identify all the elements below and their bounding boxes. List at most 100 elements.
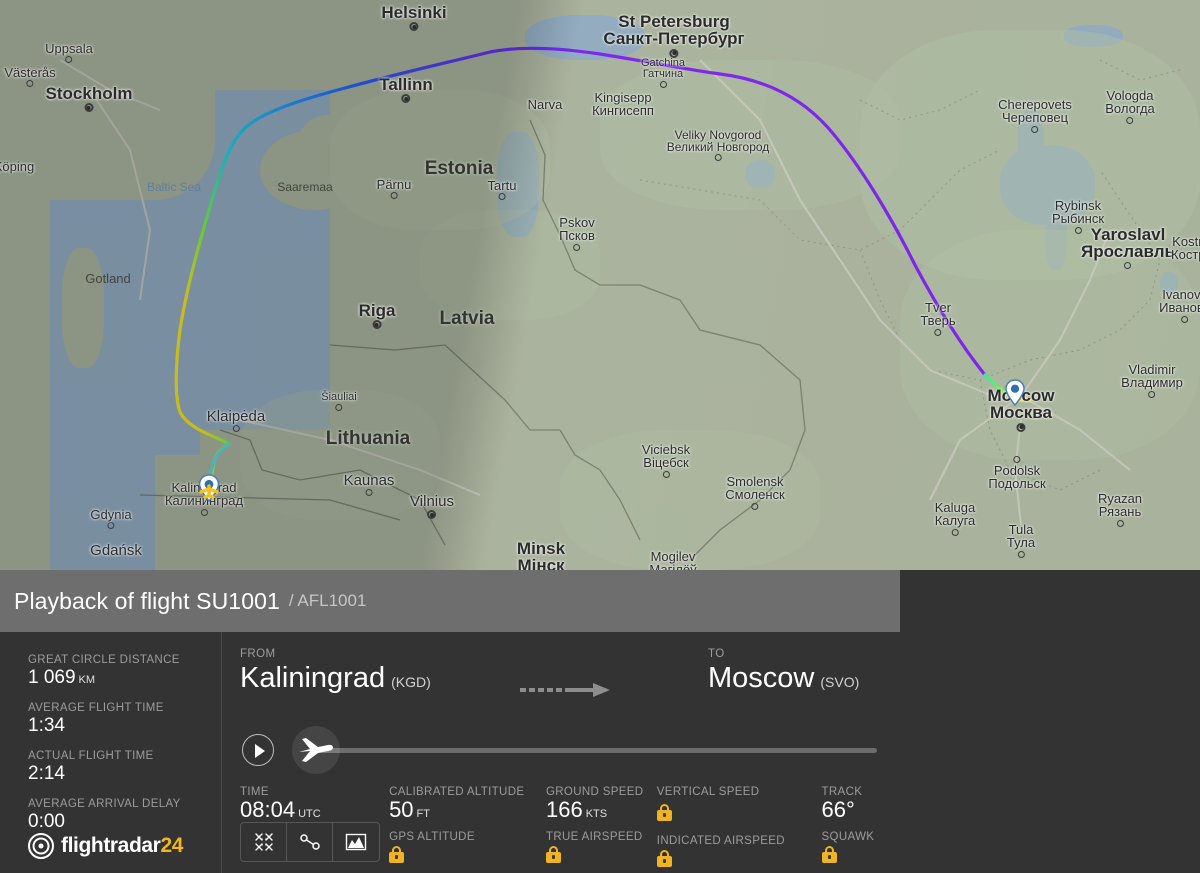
city-label-pskov: Pskov Псков xyxy=(559,216,595,251)
bottom-info-panel: GREAT CIRCLE DISTANCE 1 069 KM AVERAGE FL… xyxy=(0,632,1200,873)
route-row: FROM Kaliningrad (KGD) TO Moscow (SVO) xyxy=(240,648,900,722)
city-name-cyrillic: Тверь xyxy=(920,313,956,329)
ground-speed-value: 166 KTS xyxy=(546,797,657,823)
city-dot xyxy=(65,56,73,64)
city-dot xyxy=(427,510,437,520)
lock-icon[interactable] xyxy=(656,804,672,821)
origin-block: FROM Kaliningrad (KGD) xyxy=(240,648,431,695)
region-label-gotland: Gotland xyxy=(85,271,131,286)
true-airspeed-block: TRUE AIRSPEED xyxy=(545,831,657,868)
to-label: TO xyxy=(708,648,725,660)
city-label-tver: Tver Тверь xyxy=(920,301,956,336)
city-name-cyrillic: Рязань xyxy=(1098,504,1142,520)
true-airspeed-label: TRUE AIRSPEED xyxy=(545,831,643,843)
city-label-parnu: Pärnu xyxy=(376,177,412,200)
city-dot xyxy=(1016,422,1026,432)
destination-city[interactable]: Moscow xyxy=(708,662,814,695)
time-value: 08:04 UTC xyxy=(240,797,389,823)
lock-icon[interactable] xyxy=(656,850,672,867)
city-name: Minsk xyxy=(516,539,566,558)
origin-city[interactable]: Kaliningrad xyxy=(240,662,385,695)
city-name: Vilnius xyxy=(410,493,454,510)
city-label-tula: Tula Тула xyxy=(1007,523,1035,558)
city-name: St Petersburg xyxy=(618,12,730,31)
city-name: Uppsala xyxy=(45,41,93,56)
playback-header-bar: Playback of flight SU1001 / AFL1001 xyxy=(0,570,900,632)
city-name: Helsinki xyxy=(381,3,447,22)
time-unit: UTC xyxy=(298,808,321,820)
city-label-gdansk: Gdańsk xyxy=(90,542,142,559)
fit-to-screen-button[interactable] xyxy=(241,823,287,861)
city-name-cyrillic: Санкт-Петербург xyxy=(603,29,745,49)
route-direction-arrow xyxy=(520,683,610,697)
city-label-mogilev: Mogilev Магілёў xyxy=(649,550,696,570)
calibrated-altitude-value: 50 FT xyxy=(389,797,546,823)
lock-icon[interactable] xyxy=(545,846,561,863)
city-label-siauliai: Šiauliai xyxy=(321,391,357,412)
city-name-cyrillic: Гатчина xyxy=(642,68,684,81)
altitude-unit: FT xyxy=(416,808,430,820)
route-path-button[interactable] xyxy=(287,823,333,861)
from-label: FROM xyxy=(240,648,276,660)
city-dot xyxy=(1181,315,1189,323)
city-label-tallinn: Tallinn xyxy=(379,76,433,104)
city-name-cyrillic: Тула xyxy=(1006,535,1036,551)
destination-position-marker[interactable] xyxy=(1000,378,1030,415)
stat-number: 1 069 xyxy=(28,667,76,688)
city-name-cyrillic: Віцебск xyxy=(643,455,689,471)
lock-icon[interactable] xyxy=(389,846,405,863)
city-label-cherepovets: Cherepovets Череповец xyxy=(998,98,1072,133)
city-dot xyxy=(409,22,419,32)
city-dot xyxy=(1013,456,1021,463)
playback-track[interactable] xyxy=(310,748,877,753)
flightradar24-playback-screen: Baltic Sea Estonia Latvia Lithuania Gotl… xyxy=(0,0,1200,873)
city-name: Kaunas xyxy=(343,472,395,489)
city-dot xyxy=(1126,116,1134,124)
sea-label-baltic: Baltic Sea xyxy=(146,180,202,194)
map-canvas[interactable]: Baltic Sea Estonia Latvia Lithuania Gotl… xyxy=(0,0,1200,570)
city-dot xyxy=(84,103,94,113)
view-mode-button-group xyxy=(240,822,380,862)
lock-icon[interactable] xyxy=(821,846,837,863)
flightradar24-logo[interactable]: flightradar 24 xyxy=(28,833,183,859)
play-button[interactable] xyxy=(242,734,274,766)
airplane-icon xyxy=(299,738,333,762)
playback-slider-row xyxy=(240,724,900,778)
indicated-airspeed-block: INDICATED AIRSPEED xyxy=(656,835,822,872)
playback-title: Playback of flight SU1001 xyxy=(14,587,280,614)
city-label-vologda: Vologda Вологда xyxy=(1105,89,1155,124)
city-label-vilnius: Vilnius xyxy=(410,493,454,520)
city-label-uppsala: Uppsala xyxy=(45,41,93,64)
city-name: Riga xyxy=(358,301,396,320)
gps-altitude-block: GPS ALTITUDE xyxy=(389,831,546,868)
telemetry-altitude: CALIBRATED ALTITUDE 50 FT GPS ALTITUDE xyxy=(389,786,546,872)
city-label-klaipeda: Klaipėda xyxy=(207,409,265,433)
playback-callsign: / AFL1001 xyxy=(288,591,367,610)
city-name: Yaroslavl xyxy=(1090,225,1166,244)
stat-label: GREAT CIRCLE DISTANCE xyxy=(28,654,180,666)
city-name-cyrillic: Мінск xyxy=(517,556,565,570)
city-label-st-petersburg: St Petersburg Санкт-Петербург xyxy=(603,12,745,58)
city-dot xyxy=(951,528,959,536)
city-name: Gdańsk xyxy=(90,542,142,559)
city-name-cyrillic: Подольск xyxy=(988,476,1046,492)
city-label-helsinki: Helsinki xyxy=(381,3,447,32)
aircraft-position-marker[interactable] xyxy=(192,472,226,511)
playback-scrubber-handle[interactable] xyxy=(292,726,340,774)
city-name: Šiauliai xyxy=(321,391,357,403)
city-name: Pärnu xyxy=(376,177,412,192)
city-label-kaunas: Kaunas xyxy=(343,472,395,497)
destination-iata: (SVO) xyxy=(820,674,860,690)
city-name-cyrillic: Калуга xyxy=(934,513,976,529)
city-name-cyrillic: Череповец xyxy=(1001,110,1069,126)
region-label-saaremaa: Saaremaa xyxy=(277,180,333,194)
city-label-stockholm: Stockholm xyxy=(46,85,132,113)
squawk-block: SQUAWK xyxy=(821,831,900,868)
stat-label: ACTUAL FLIGHT TIME xyxy=(28,750,154,762)
stat-actual-flight-time: ACTUAL FLIGHT TIME 2:14 xyxy=(28,750,221,785)
city-name: Tartu xyxy=(487,178,517,193)
city-label-kingisepp: Kingisepp Кингисепп xyxy=(592,91,654,118)
city-label-minsk: Minsk Мінск xyxy=(517,540,565,570)
altitude-graph-button[interactable] xyxy=(333,823,379,861)
country-label-estonia: Estonia xyxy=(424,158,494,179)
